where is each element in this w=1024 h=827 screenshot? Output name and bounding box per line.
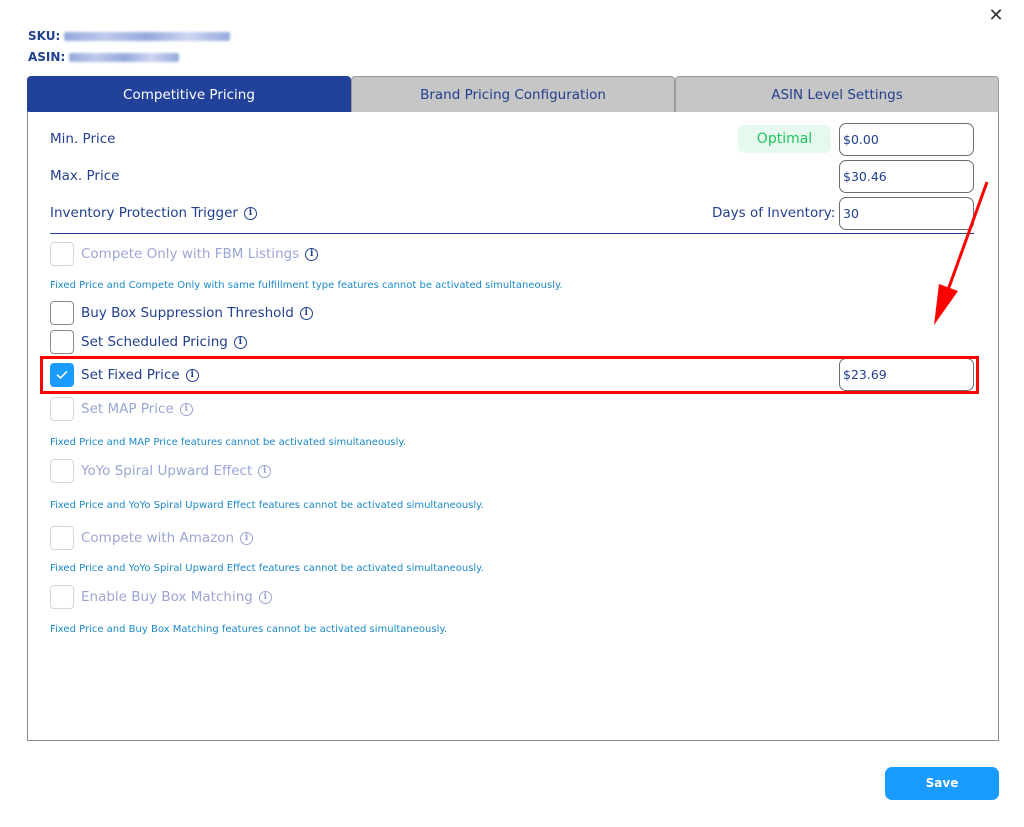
max-price-input[interactable] xyxy=(839,160,974,193)
info-icon[interactable]: i xyxy=(243,206,257,220)
section-divider xyxy=(50,233,974,234)
set-map-price-checkbox[interactable] xyxy=(50,397,74,421)
tab-bar: Competitive Pricing Brand Pricing Config… xyxy=(27,76,999,112)
option-label: Compete Only with FBM Listings xyxy=(81,246,300,262)
info-icon[interactable]: i xyxy=(185,368,199,382)
sku-label: SKU: xyxy=(28,29,61,43)
option-set-map-price: Set MAP Price i xyxy=(50,397,193,421)
option-scheduled-pricing: Set Scheduled Pricing i xyxy=(50,330,247,354)
conflict-note: Fixed Price and MAP Price features canno… xyxy=(50,437,407,448)
compete-with-amazon-checkbox[interactable] xyxy=(50,526,74,550)
info-icon[interactable]: i xyxy=(179,402,193,416)
check-icon xyxy=(56,371,68,379)
option-yoyo-spiral: YoYo Spiral Upward Effect i xyxy=(50,459,272,483)
asin-value-redacted xyxy=(69,53,180,62)
info-icon[interactable]: i xyxy=(240,531,254,545)
buy-box-suppression-checkbox[interactable] xyxy=(50,301,74,325)
info-icon[interactable]: i xyxy=(233,335,247,349)
option-label: Buy Box Suppression Threshold xyxy=(81,305,294,321)
min-price-label: Min. Price xyxy=(50,131,116,147)
option-label: Set Scheduled Pricing xyxy=(81,334,228,350)
info-icon[interactable]: i xyxy=(305,247,319,261)
enable-buy-box-matching-checkbox[interactable] xyxy=(50,585,74,609)
option-label: Enable Buy Box Matching xyxy=(81,589,253,605)
min-price-input[interactable] xyxy=(839,123,974,156)
option-enable-buy-box-matching: Enable Buy Box Matching i xyxy=(50,585,272,609)
tab-competitive-pricing[interactable]: Competitive Pricing xyxy=(27,76,351,112)
compete-only-fbm-checkbox[interactable] xyxy=(50,242,74,266)
tab-asin-level-settings[interactable]: ASIN Level Settings xyxy=(675,76,999,112)
fixed-price-input[interactable] xyxy=(839,358,974,391)
yoyo-spiral-checkbox[interactable] xyxy=(50,459,74,483)
close-button[interactable]: ✕ xyxy=(986,6,1006,26)
conflict-note: Fixed Price and YoYo Spiral Upward Effec… xyxy=(50,563,484,574)
inventory-protection-trigger-label: Inventory Protection Trigger xyxy=(50,205,238,221)
info-icon[interactable]: i xyxy=(258,464,272,478)
days-of-inventory-label: Days of Inventory: xyxy=(712,205,836,221)
scheduled-pricing-checkbox[interactable] xyxy=(50,330,74,354)
option-label: Set Fixed Price xyxy=(81,367,180,383)
asin-label: ASIN: xyxy=(28,50,66,64)
tab-brand-pricing-configuration[interactable]: Brand Pricing Configuration xyxy=(351,76,675,112)
info-icon[interactable]: i xyxy=(258,590,272,604)
info-icon[interactable]: i xyxy=(299,306,313,320)
days-of-inventory-input[interactable] xyxy=(839,197,974,230)
close-icon: ✕ xyxy=(988,5,1004,26)
min-price-status-badge: Optimal xyxy=(738,125,831,153)
sku-value-redacted xyxy=(64,32,231,41)
option-buy-box-suppression: Buy Box Suppression Threshold i xyxy=(50,301,313,325)
option-label: Set MAP Price xyxy=(81,401,174,417)
set-fixed-price-checkbox[interactable] xyxy=(50,363,74,387)
option-compete-only-fbm: Compete Only with FBM Listings i xyxy=(50,242,319,266)
conflict-note: Fixed Price and Buy Box Matching feature… xyxy=(50,624,448,635)
sku-line: SKU: xyxy=(28,29,231,43)
asin-line: ASIN: xyxy=(28,50,180,64)
inventory-protection-trigger: Inventory Protection Trigger i xyxy=(50,205,257,221)
option-compete-with-amazon: Compete with Amazon i xyxy=(50,526,254,550)
max-price-label: Max. Price xyxy=(50,168,120,184)
option-set-fixed-price: Set Fixed Price i xyxy=(50,363,199,387)
option-label: Compete with Amazon xyxy=(81,530,235,546)
conflict-note: Fixed Price and Compete Only with same f… xyxy=(50,280,563,291)
save-button[interactable]: Save xyxy=(885,767,999,800)
option-label: YoYo Spiral Upward Effect xyxy=(81,463,253,479)
conflict-note: Fixed Price and YoYo Spiral Upward Effec… xyxy=(50,500,484,511)
